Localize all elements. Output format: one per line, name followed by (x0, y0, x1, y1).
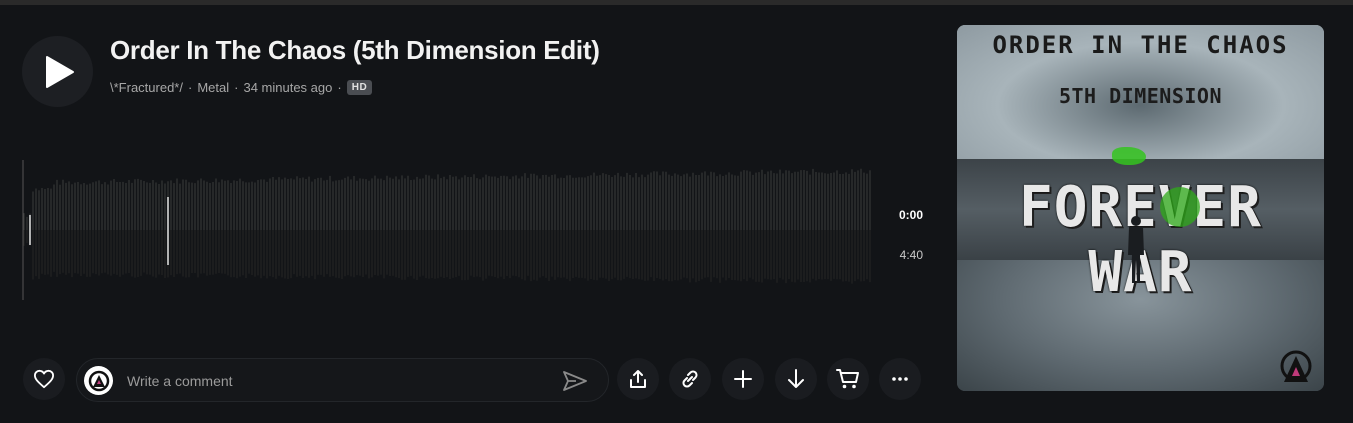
artwork-splash (1112, 147, 1146, 165)
current-time: 0:00 (898, 208, 923, 222)
more-button[interactable] (879, 358, 921, 400)
meta-separator: · (187, 79, 193, 95)
send-icon[interactable] (562, 369, 588, 398)
cover-artwork[interactable]: ORDER IN THE CHAOS 5TH DIMENSION FOREVER… (957, 25, 1324, 391)
soldier-figure-icon (1128, 216, 1144, 283)
genre-link[interactable]: Metal (197, 80, 229, 95)
play-button[interactable] (22, 36, 93, 107)
cart-icon (836, 369, 859, 389)
add-to-playlist-button[interactable] (722, 358, 764, 400)
copy-link-button[interactable] (669, 358, 711, 400)
user-logo-icon (88, 370, 109, 391)
download-button[interactable] (775, 358, 817, 400)
artwork-text-line2: 5TH DIMENSION (1058, 84, 1223, 108)
share-button[interactable] (617, 358, 659, 400)
track-meta: \*Fractured*/ · Metal · 34 minutes ago ·… (110, 78, 373, 96)
posted-time: 34 minutes ago (243, 79, 333, 95)
track-title[interactable]: Order In The Chaos (5th Dimension Edit) (110, 35, 600, 66)
download-icon (788, 369, 804, 388)
share-icon (630, 370, 646, 388)
artist-link[interactable]: \*Fractured*/ (110, 80, 183, 95)
meta-separator: · (337, 79, 342, 95)
artwork-splash (1160, 187, 1200, 227)
comment-input[interactable] (127, 371, 547, 391)
like-button[interactable] (23, 358, 65, 400)
more-icon (892, 377, 908, 381)
artist-logo-icon (1280, 350, 1312, 382)
hd-badge: HD (346, 79, 373, 95)
artwork-text-line1: ORDER IN THE CHAOS (992, 31, 1289, 59)
buy-button[interactable] (827, 358, 869, 400)
comment-box (76, 358, 609, 402)
plus-icon (734, 370, 752, 388)
link-icon (682, 370, 698, 388)
avatar (84, 366, 113, 395)
heart-icon (34, 369, 54, 389)
play-icon (45, 55, 74, 88)
waveform[interactable] (22, 155, 882, 305)
total-time: 4:40 (899, 248, 923, 262)
meta-separator: · (234, 79, 239, 95)
